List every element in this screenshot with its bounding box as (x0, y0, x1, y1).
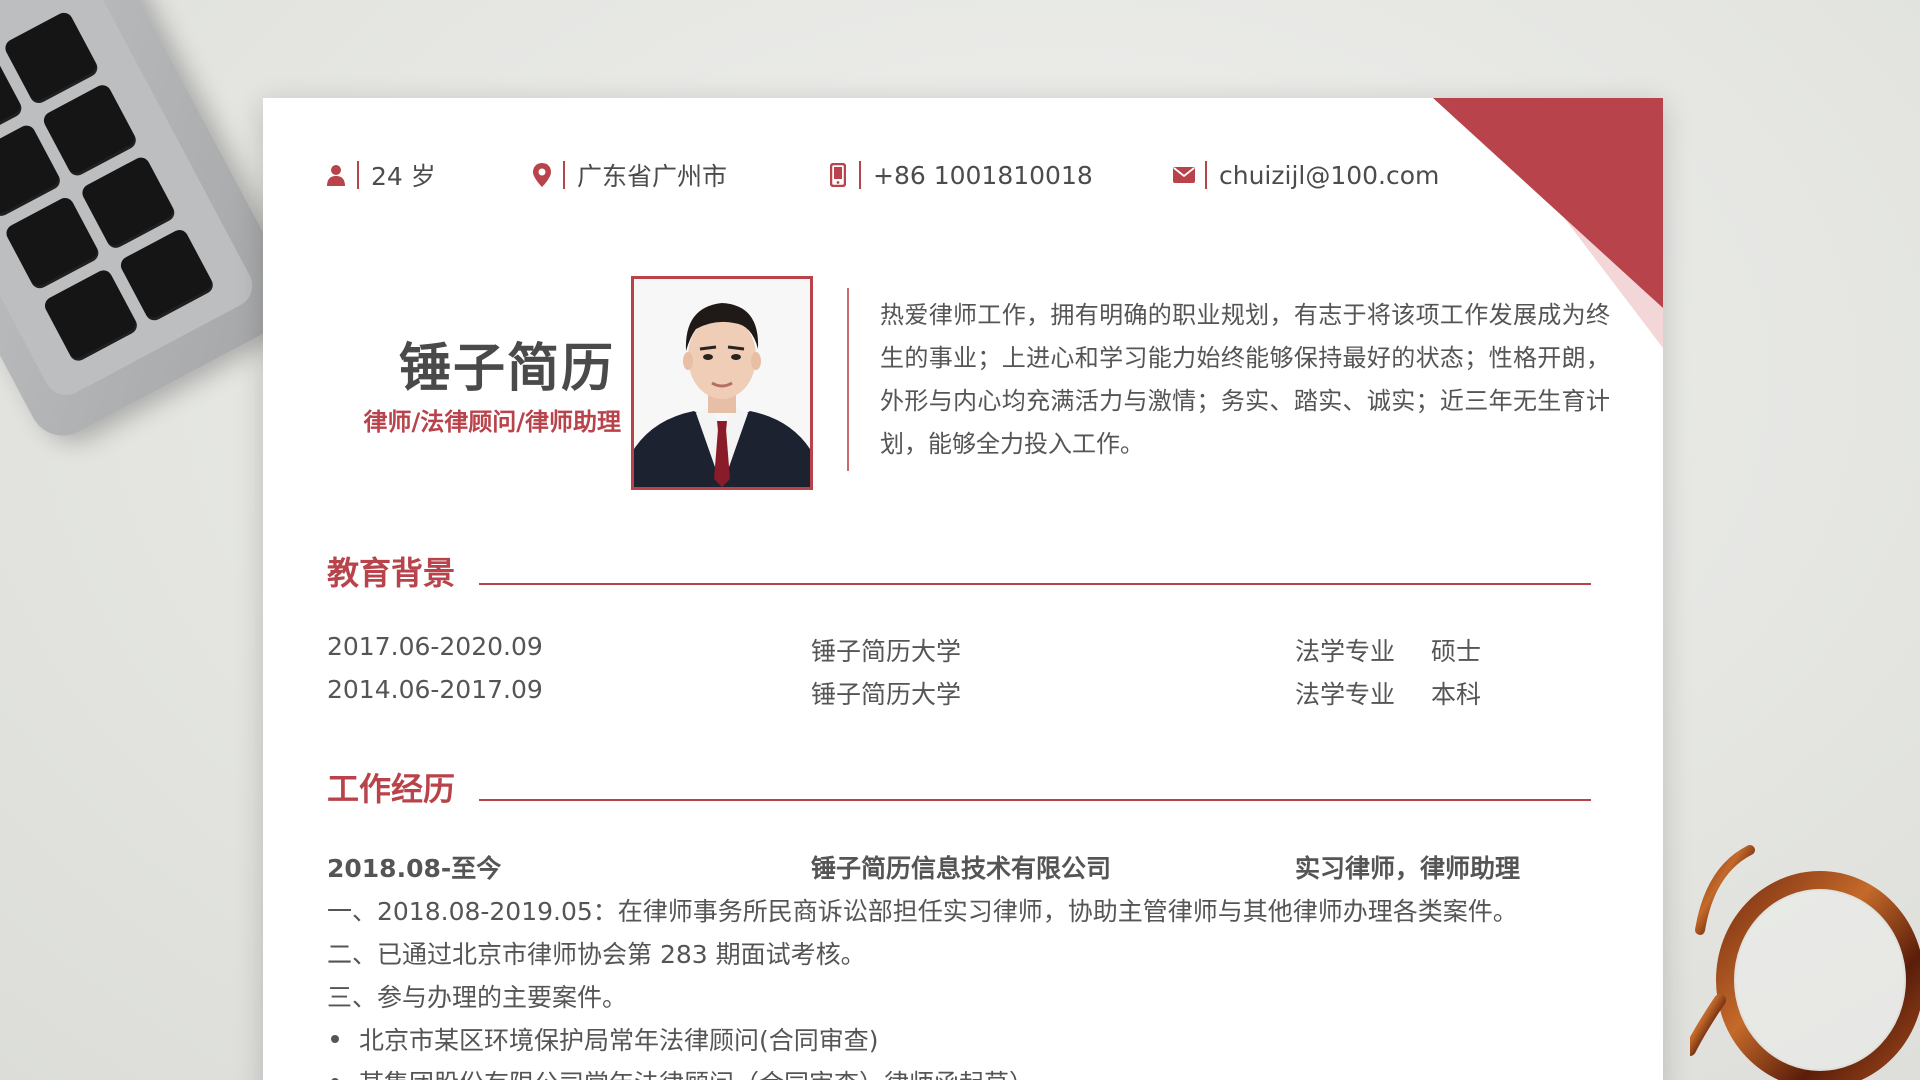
contact-phone: +86 1001810018 (827, 158, 1093, 192)
education-school: 锤子简历大学 (811, 680, 962, 709)
contact-separator (357, 161, 359, 189)
education-period: 2014.06-2017.09 (327, 675, 543, 704)
person-icon (325, 163, 347, 187)
bullet-dot (331, 1035, 339, 1043)
education-row: 2014.06-2017.09 锤子简历大学 法学专业 本科 (327, 675, 1597, 711)
education-major: 法学专业 (1295, 637, 1396, 666)
work-section-line (479, 799, 1591, 801)
profile-divider (847, 288, 849, 471)
age-text: 24 岁 (371, 162, 436, 191)
contact-email: chuizijl@100.com (1173, 158, 1439, 192)
work-section-title: 工作经历 (327, 770, 456, 808)
education-row: 2017.06-2020.09 锤子简历大学 法学专业 硕士 (327, 632, 1597, 668)
contact-age: 24 岁 (325, 158, 436, 192)
contact-separator (859, 161, 861, 189)
resume-page: 24 岁 广东省广州市 +86 1001810018 chuizijl@100.… (263, 98, 1663, 1080)
laptop (0, 0, 306, 448)
education-section-line (479, 583, 1591, 585)
work-detail-line: 一、2018.08-2019.05：在律师事务所民商诉讼部担任实习律师，协助主管… (327, 897, 1518, 926)
phone-text: +86 1001810018 (873, 160, 1093, 190)
education-degree: 硕士 (1431, 637, 1482, 666)
keyboard-key (41, 267, 141, 364)
case-item: 北京市某区环境保护局常年法律顾问(合同审查) (359, 1026, 879, 1055)
work-header-row: 2018.08-至今 锤子简历信息技术有限公司 实习律师，律师助理 (327, 849, 1597, 885)
laptop-keyboard-area (0, 0, 260, 403)
education-degree: 本科 (1431, 680, 1482, 709)
education-section-title: 教育背景 (327, 554, 456, 592)
portrait-illustration (634, 279, 810, 487)
work-period: 2018.08-至今 (327, 854, 502, 883)
self-introduction: 热爱律师工作，拥有明确的职业规划，有志于将该项工作发展成为终生的事业；上进心和学… (880, 301, 1610, 458)
work-position: 实习律师，律师助理 (1295, 854, 1521, 883)
location-text: 广东省广州市 (577, 162, 728, 191)
contact-location: 广东省广州市 (531, 158, 727, 192)
education-period: 2017.06-2020.09 (327, 632, 543, 661)
contact-separator (563, 161, 565, 189)
case-item: 某集团股份有限公司常年法律顾问（合同审查）律师函起草） (359, 1064, 1034, 1080)
mail-icon (1173, 163, 1195, 187)
candidate-role: 律师/法律顾问/律师助理 (363, 408, 621, 436)
work-company: 锤子简历信息技术有限公司 (811, 854, 1112, 883)
desk-background: 24 岁 广东省广州市 +86 1001810018 chuizijl@100.… (0, 0, 1920, 1080)
education-major: 法学专业 (1295, 680, 1396, 709)
work-detail-line: 三、参与办理的主要案件。 (327, 983, 628, 1012)
candidate-name: 锤子简历 (398, 339, 615, 399)
work-detail-line: 二、已通过北京市律师协会第 283 期面试考核。 (327, 940, 866, 969)
keyboard-key (117, 226, 216, 324)
contact-separator (1205, 161, 1207, 189)
location-pin-icon (531, 163, 553, 187)
phone-icon (827, 163, 849, 187)
profile-photo (631, 276, 813, 490)
education-school: 锤子简历大学 (811, 637, 962, 666)
email-text: chuizijl@100.com (1219, 160, 1440, 190)
eyeglasses (1690, 845, 1920, 1080)
